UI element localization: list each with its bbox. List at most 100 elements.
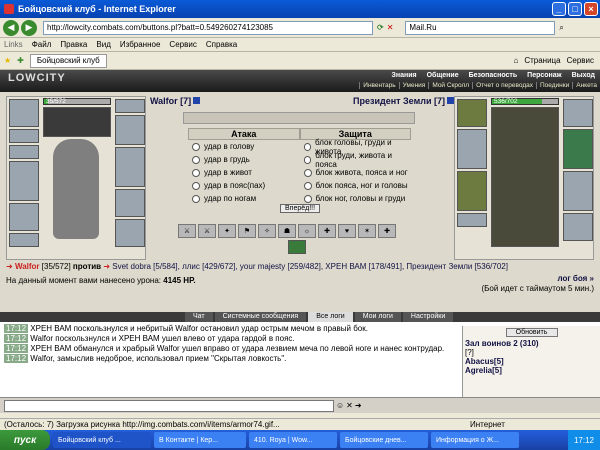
runes-slot[interactable] bbox=[43, 107, 111, 137]
user-item[interactable]: Agrelia[5] bbox=[465, 366, 600, 375]
home-icon[interactable]: ⌂ bbox=[513, 56, 518, 65]
skill-slot[interactable]: ⚔ bbox=[198, 224, 216, 238]
enemy-list[interactable]: Svet dobra [5/584], ллис [429/672], your… bbox=[112, 262, 508, 271]
boots-slot[interactable] bbox=[563, 213, 593, 241]
nav-chat[interactable]: Общение bbox=[422, 72, 464, 79]
belt-slot[interactable] bbox=[457, 213, 487, 227]
tab-all-logs[interactable]: Все логи bbox=[308, 312, 353, 322]
browser-tab[interactable]: Бойцовский клуб bbox=[29, 53, 107, 68]
skill-slot[interactable]: ⚑ bbox=[238, 224, 256, 238]
menu-item-view[interactable]: Вид bbox=[96, 40, 110, 49]
nav-character[interactable]: Персонаж bbox=[522, 72, 566, 79]
player-left-name[interactable]: Walfor [7] bbox=[150, 96, 201, 106]
user-item[interactable]: Abacus[5] bbox=[465, 357, 600, 366]
weapon-slot[interactable] bbox=[9, 161, 39, 201]
stop-icon[interactable]: ✕ bbox=[387, 23, 394, 32]
attack-radio[interactable] bbox=[192, 168, 200, 177]
amulet-slot[interactable] bbox=[9, 145, 39, 159]
attack-radio[interactable] bbox=[192, 181, 200, 190]
helmet-slot[interactable] bbox=[457, 99, 487, 127]
menu-item-favorites[interactable]: Избранное bbox=[120, 40, 161, 49]
earring-slot[interactable] bbox=[9, 129, 39, 143]
menu-item-tools[interactable]: Сервис bbox=[169, 40, 196, 49]
subnav-transfers[interactable]: Отчет о переводах bbox=[472, 82, 536, 89]
refresh-icon[interactable]: ⟳ bbox=[377, 23, 384, 32]
skill-slot[interactable]: ☗ bbox=[278, 224, 296, 238]
boots-slot[interactable] bbox=[115, 219, 145, 247]
nav-security[interactable]: Безопасность bbox=[464, 72, 523, 79]
taskbar-item[interactable]: Бойцовские днев... bbox=[340, 432, 428, 448]
battle-log-link[interactable]: лог боя » bbox=[558, 274, 594, 283]
gloves-slot[interactable] bbox=[115, 99, 145, 113]
chat-input[interactable] bbox=[4, 399, 334, 412]
skill-slot[interactable]: ✚ bbox=[378, 224, 396, 238]
taskbar-item[interactable]: 410. Roya | Wow... bbox=[249, 432, 337, 448]
subnav-profile[interactable]: Анкета bbox=[572, 82, 600, 89]
search-input[interactable]: Mail.Ru bbox=[405, 20, 556, 35]
shield-slot[interactable] bbox=[563, 129, 593, 169]
add-favorite-icon[interactable]: ✚ bbox=[17, 56, 24, 65]
refresh-list-button[interactable]: Обновить bbox=[505, 328, 558, 337]
taskbar-item[interactable]: Информация о Ж... bbox=[431, 432, 519, 448]
send-icon[interactable]: ➜ bbox=[355, 401, 362, 410]
weapon-slot[interactable] bbox=[457, 129, 487, 169]
bracer-slot[interactable] bbox=[115, 115, 145, 145]
tab-settings[interactable]: Настройки bbox=[402, 312, 454, 322]
menu-item-help[interactable]: Справка bbox=[206, 40, 237, 49]
subnav-inventory[interactable]: Инвентарь bbox=[359, 82, 398, 89]
skill-slot[interactable]: ✦ bbox=[218, 224, 236, 238]
shield-slot[interactable] bbox=[115, 147, 145, 187]
defense-radio[interactable] bbox=[303, 194, 312, 203]
skill-slot[interactable]: ☼ bbox=[298, 224, 316, 238]
maximize-button[interactable]: □ bbox=[568, 2, 582, 16]
armor-slot[interactable] bbox=[457, 171, 487, 211]
skill-slot[interactable]: ♥ bbox=[338, 224, 356, 238]
tab-my-logs[interactable]: Мои логи bbox=[354, 312, 401, 322]
taskbar-item[interactable]: В Контакте | Кер... bbox=[154, 432, 246, 448]
favorites-bar: ★ ✚ Бойцовский клуб ⌂ Страница Сервис bbox=[0, 52, 600, 70]
attack-radio[interactable] bbox=[192, 142, 200, 151]
page-menu[interactable]: Страница bbox=[524, 56, 560, 65]
armor-slot[interactable] bbox=[9, 203, 39, 231]
start-button[interactable]: пуск bbox=[0, 430, 50, 450]
belt-slot[interactable] bbox=[9, 233, 39, 247]
subnav-scroll[interactable]: Мой Скролл bbox=[428, 82, 472, 89]
search-icon[interactable]: ⌕ bbox=[559, 23, 563, 33]
smile-icon[interactable]: ☺ bbox=[336, 401, 344, 410]
gloves-slot[interactable] bbox=[563, 99, 593, 127]
forward-button[interactable]: ▶ bbox=[21, 19, 37, 36]
favorites-star-icon[interactable]: ★ bbox=[4, 56, 11, 65]
skill-slot[interactable]: ⚔ bbox=[178, 224, 196, 238]
defense-radio[interactable] bbox=[303, 155, 312, 164]
nav-exit[interactable]: Выход bbox=[567, 72, 600, 79]
url-input[interactable]: http://lowcity.combats.com/buttons.pl?ba… bbox=[43, 20, 373, 35]
tools-menu[interactable]: Сервис bbox=[567, 56, 600, 65]
back-button[interactable]: ◀ bbox=[3, 19, 19, 36]
attack-radio[interactable] bbox=[192, 155, 200, 164]
minimize-button[interactable]: _ bbox=[552, 2, 566, 16]
menu-item-file[interactable]: Файл bbox=[32, 40, 52, 49]
tab-chat[interactable]: Чат bbox=[185, 312, 213, 322]
skill-slot[interactable]: ✧ bbox=[258, 224, 276, 238]
taskbar-item[interactable]: Бойцовский клуб ... bbox=[53, 432, 151, 448]
menu-item-edit[interactable]: Правка bbox=[60, 40, 87, 49]
pants-slot[interactable] bbox=[115, 189, 145, 217]
tab-system[interactable]: Системные сообщения bbox=[214, 312, 307, 322]
defense-radio[interactable] bbox=[303, 142, 311, 151]
attack-radio[interactable] bbox=[192, 194, 200, 203]
skill-slot[interactable]: ✶ bbox=[358, 224, 376, 238]
clear-icon[interactable]: ✕ bbox=[346, 401, 353, 410]
subnav-fights[interactable]: Поединки bbox=[535, 82, 572, 89]
pants-slot[interactable] bbox=[563, 171, 593, 211]
forward-attack-button[interactable]: Вперёд!!! bbox=[280, 204, 321, 213]
close-button[interactable]: × bbox=[584, 2, 598, 16]
player-right-name[interactable]: Президент Земли [7] bbox=[353, 96, 454, 106]
user-item[interactable]: [?] bbox=[465, 348, 600, 357]
defense-radio[interactable] bbox=[303, 181, 312, 190]
subnav-skills[interactable]: Умения bbox=[398, 82, 429, 89]
defense-radio[interactable] bbox=[303, 168, 312, 177]
nav-knowledge[interactable]: Знания bbox=[386, 72, 421, 79]
skill-slot[interactable]: ✚ bbox=[318, 224, 336, 238]
helmet-slot[interactable] bbox=[9, 99, 39, 127]
special-skill-slot[interactable] bbox=[288, 240, 306, 254]
